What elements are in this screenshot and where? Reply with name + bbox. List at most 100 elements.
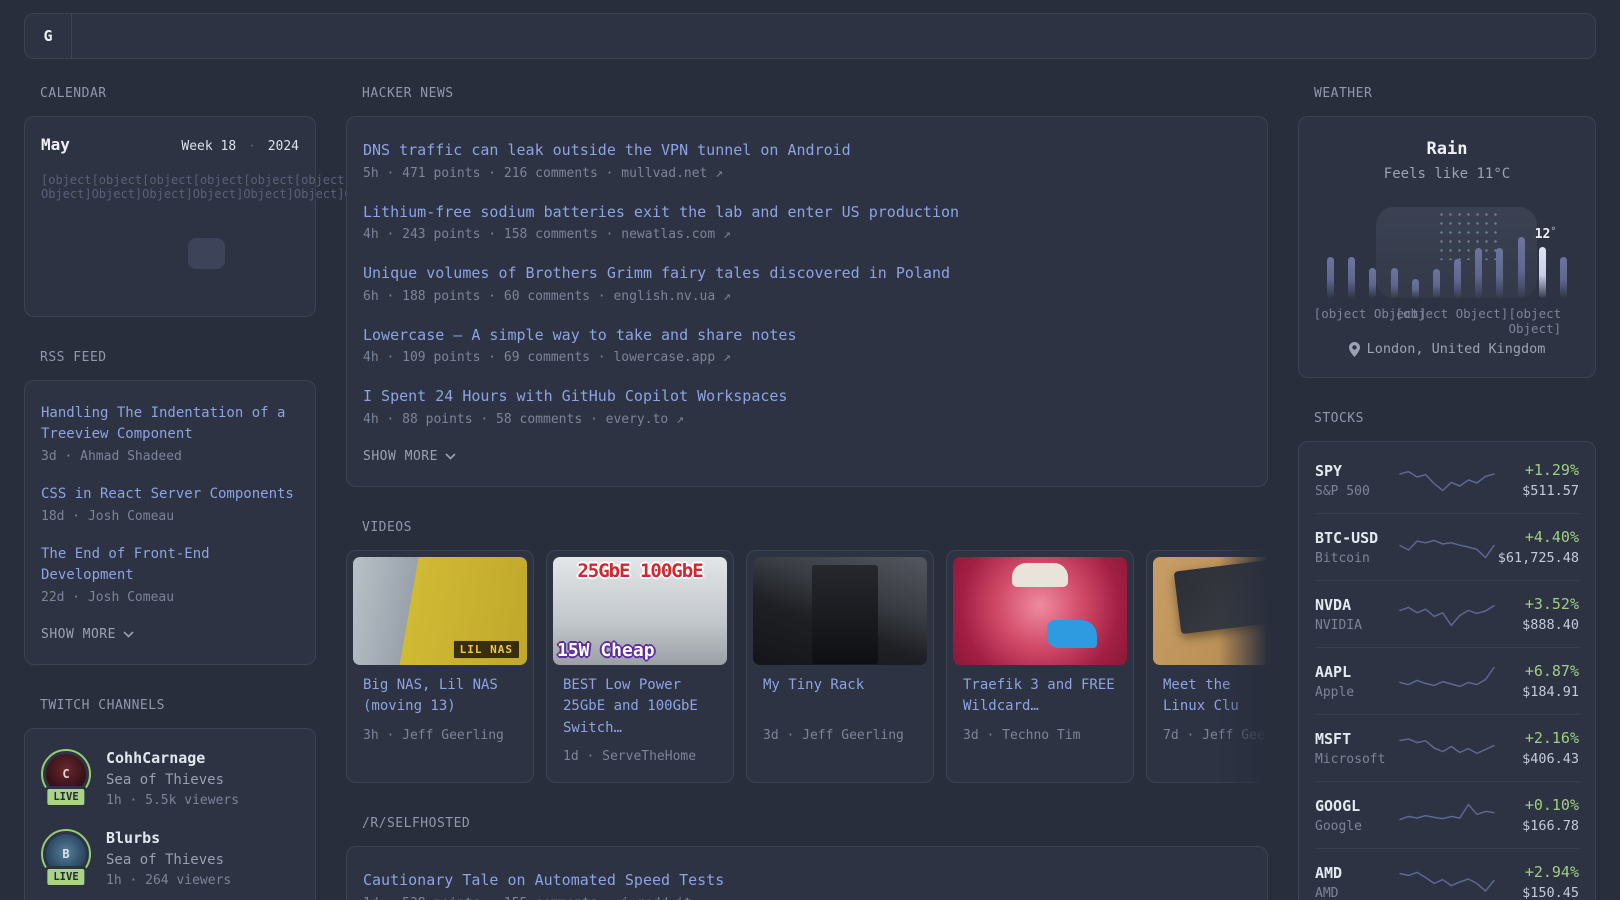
temperature-bar: [1496, 247, 1504, 298]
video-thumbnail[interactable]: LIL NAS: [353, 556, 527, 665]
right-column: WEATHER Rain Feels like 11°C 12° [object…: [1298, 86, 1596, 900]
hacker-news-card: DNS traffic can leak outside the VPN tun…: [346, 116, 1268, 487]
calendar-day[interactable]: [41, 207, 78, 238]
video-thumbnail[interactable]: 25GbE 100GbE 15W Cheap: [553, 556, 727, 665]
channel-info: Blurbs Sea of Thieves 1h · 264 viewers: [106, 829, 231, 888]
story-link[interactable]: Lowercase – A simple way to take and sha…: [363, 324, 1251, 347]
video-title-link[interactable]: Meet the Linux Clu: [1163, 675, 1268, 719]
thumbnail-text-bottom: 15W Cheap: [557, 639, 655, 661]
hour-label: [object Object]: [1508, 306, 1562, 336]
videos-widget: VIDEOS LIL NAS Big NAS, Lil NAS (moving …: [346, 520, 1268, 784]
calendar-section-title: CALENDAR: [40, 86, 107, 101]
video-title-link[interactable]: My Tiny Rack: [763, 675, 917, 719]
weather-section-title: WEATHER: [1314, 86, 1373, 101]
stock-price: $184.91: [1522, 684, 1579, 700]
story-link[interactable]: Unique volumes of Brothers Grimm fairy t…: [363, 262, 1251, 285]
location-text: London, United Kingdom: [1366, 341, 1546, 357]
stock-values: +1.29% $511.57: [1497, 461, 1579, 499]
reddit-widget: /R/SELFHOSTED Cautionary Tale on Automat…: [346, 816, 1268, 900]
calendar-day[interactable]: [78, 238, 115, 269]
weather-feels-like: Feels like 11°C: [1383, 166, 1511, 182]
video-thumbnail[interactable]: [753, 556, 927, 665]
stock-row[interactable]: GOOGL Google +0.10% $166.78: [1315, 781, 1579, 848]
story-link[interactable]: DNS traffic can leak outside the VPN tun…: [363, 139, 1251, 162]
calendar-day[interactable]: [115, 238, 152, 269]
calendar-day[interactable]: [152, 207, 189, 238]
calendar-day[interactable]: [225, 207, 262, 238]
stock-row[interactable]: BTC-USD Bitcoin +4.40% $61,725.48: [1315, 513, 1579, 580]
channel-info: CohhCarnage Sea of Thieves 1h · 5.5k vie…: [106, 749, 239, 808]
weather-condition: Rain: [1426, 139, 1468, 159]
calendar-day[interactable]: [41, 269, 78, 300]
stock-values: +2.94% $150.45: [1497, 863, 1579, 900]
calendar-day[interactable]: [78, 269, 115, 300]
stock-row[interactable]: SPY S&P 500 +1.29% $511.57: [1315, 447, 1579, 513]
stock-id: SPY S&P 500: [1315, 462, 1397, 499]
temperature-bar: [1559, 256, 1567, 298]
calendar-month: May: [41, 135, 70, 154]
calendar-card: May Week 18 · 2024 [object Object] [objec…: [24, 116, 395, 317]
story-link[interactable]: Lithium-free sodium batteries exit the l…: [363, 201, 1251, 224]
calendar-day[interactable]: [262, 269, 299, 300]
video-thumbnail[interactable]: [953, 556, 1127, 665]
calendar-day[interactable]: [115, 207, 152, 238]
stock-symbol: MSFT: [1315, 729, 1352, 748]
twitch-channel-row[interactable]: B LIVE Blurbs Sea of Thieves 1h · 264 vi…: [41, 829, 299, 888]
calendar-day[interactable]: [188, 269, 225, 300]
twitch-section-title: TWITCH CHANNELS: [40, 698, 165, 713]
video-title-link[interactable]: Traefik 3 and FREE Wildcard…: [963, 675, 1117, 719]
stock-values: +0.10% $166.78: [1497, 796, 1579, 834]
calendar-day[interactable]: [115, 269, 152, 300]
stock-price: $511.57: [1522, 483, 1579, 499]
calendar-day[interactable]: [41, 238, 78, 269]
weekday-label: [object Object]: [293, 173, 345, 201]
hn-show-more-button[interactable]: SHOW MORE: [363, 449, 1251, 464]
video-meta: 3d · Jeff Geerling: [763, 727, 904, 743]
calendar-day[interactable]: [262, 238, 299, 269]
calendar-day[interactable]: [225, 269, 262, 300]
calendar-day[interactable]: [262, 207, 299, 238]
calendar-day[interactable]: [188, 207, 225, 238]
video-thumbnail[interactable]: FAS: [1153, 556, 1268, 665]
dashboard-grid: CALENDAR May Week 18 · 2024 [object Obje…: [24, 86, 1596, 900]
temperature-bar: [1390, 268, 1398, 298]
calendar-week: Week 18: [181, 139, 237, 154]
rss-show-more-button[interactable]: SHOW MORE: [41, 627, 299, 642]
rss-item-link[interactable]: The End of Front-End Development: [41, 544, 299, 586]
video-meta: 3h · Jeff Geerling: [363, 727, 504, 743]
stock-row[interactable]: AMD AMD +2.94% $150.45: [1315, 848, 1579, 900]
stock-row[interactable]: AAPL Apple +6.87% $184.91: [1315, 647, 1579, 714]
temperature-bar: [1432, 268, 1440, 298]
calendar-day[interactable]: [188, 238, 226, 269]
video-title-link[interactable]: Big NAS, Lil NAS (moving 13): [363, 675, 517, 719]
stock-price: $61,725.48: [1497, 550, 1579, 566]
stock-id: BTC-USD Bitcoin: [1315, 529, 1397, 566]
video-card[interactable]: FAS Meet the Linux Clu 7d · Jeff Geerlin…: [1146, 549, 1268, 784]
calendar-day[interactable]: [78, 207, 115, 238]
video-card[interactable]: Traefik 3 and FREE Wildcard… 3d · Techno…: [946, 549, 1134, 784]
stock-row[interactable]: MSFT Microsoft +2.16% $406.43: [1315, 714, 1579, 781]
rss-item-link[interactable]: Handling The Indentation of a Treeview C…: [41, 403, 299, 445]
twitch-channel-row[interactable]: C LIVE CohhCarnage Sea of Thieves 1h · 5…: [41, 749, 299, 808]
temperature-bar: [1517, 237, 1525, 298]
channel-game: Sea of Thieves: [106, 852, 225, 868]
video-title-link[interactable]: BEST Low Power 25GbE and 100GbE Switch…: [563, 675, 717, 741]
hour-label: [object Object]: [1395, 306, 1509, 321]
post-link[interactable]: Cautionary Tale on Automated Speed Tests: [363, 869, 1251, 892]
temperature-bar: [1327, 256, 1334, 298]
temperature-bar: [1369, 268, 1377, 298]
calendar-day[interactable]: [152, 238, 189, 269]
video-card[interactable]: 25GbE 100GbE 15W Cheap BEST Low Power 25…: [546, 549, 734, 784]
calendar-day[interactable]: [225, 238, 262, 269]
stock-sparkline: [1399, 803, 1495, 821]
story-meta: 4h · 243 points · 158 comments · newatla…: [363, 227, 731, 242]
stock-row[interactable]: NVDA NVIDIA +3.52% $888.40: [1315, 580, 1579, 647]
video-card[interactable]: LIL NAS Big NAS, Lil NAS (moving 13) 3h …: [346, 549, 534, 784]
app-logo[interactable]: G: [25, 14, 72, 58]
calendar-day[interactable]: [152, 269, 189, 300]
weather-card: Rain Feels like 11°C 12° [object Object]…: [1298, 116, 1596, 378]
video-card[interactable]: My Tiny Rack 3d · Jeff Geerling: [746, 549, 934, 784]
temperature-bar: [1454, 259, 1462, 298]
story-link[interactable]: I Spent 24 Hours with GitHub Copilot Wor…: [363, 385, 1251, 408]
rss-item-link[interactable]: CSS in React Server Components: [41, 484, 299, 505]
